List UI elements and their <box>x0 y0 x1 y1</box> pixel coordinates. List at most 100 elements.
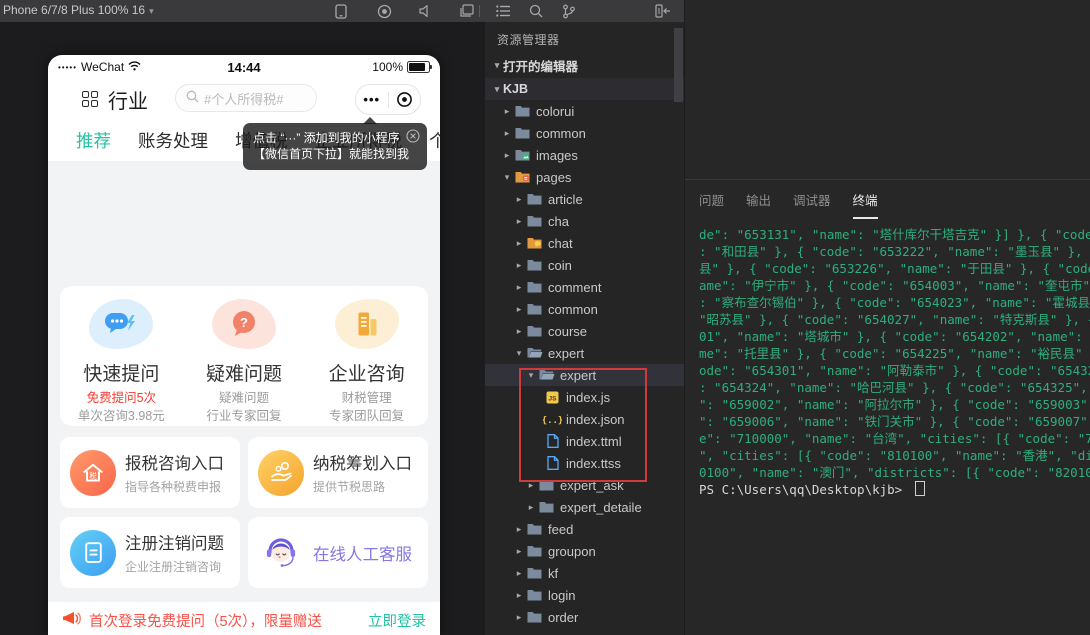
tree-item-label: index.ttml <box>566 434 622 449</box>
tab-推荐[interactable]: 推荐 <box>76 128 111 153</box>
folder-icon <box>537 501 556 513</box>
tree-item-pages[interactable]: ▾pages <box>485 166 684 188</box>
tree-item-label: coin <box>548 258 572 273</box>
chevron-right-icon: ▸ <box>513 326 525 337</box>
entry-注册注销问题[interactable]: 注册注销问题企业注册注销咨询 <box>60 517 240 588</box>
tree-item-index.ttml[interactable]: index.ttml <box>485 430 684 452</box>
service-line1: 财税管理 <box>342 389 392 407</box>
tree-item-login[interactable]: ▸login <box>485 584 684 606</box>
tree-item-expert_detaile[interactable]: ▸expert_detaile <box>485 496 684 518</box>
panel-tab-终端[interactable]: 终端 <box>853 190 878 215</box>
chevron-right-icon: ▸ <box>513 304 525 315</box>
tree-item-feed[interactable]: ▸feed <box>485 518 684 540</box>
panel-tab-问题[interactable]: 问题 <box>699 190 724 215</box>
tree-item-label: kf <box>548 566 558 581</box>
tree-item-index.json[interactable]: {..}index.json <box>485 408 684 430</box>
service-疑难问题[interactable]: ?疑难问题疑难问题行业专家回复 <box>183 286 306 426</box>
terminal-output[interactable]: de": "653131", "name": "塔什库尔干塔吉克" }] }, … <box>685 214 1090 498</box>
folder-icon <box>525 523 544 535</box>
record-icon[interactable] <box>373 0 395 22</box>
tree-item-common[interactable]: ▸common <box>485 298 684 320</box>
tree-item-coin[interactable]: ▸ coin <box>485 254 684 276</box>
tab-个人所得税[interactable]: 个人所得税 <box>429 128 440 153</box>
tree-item-label: chat <box>548 236 573 251</box>
tab-账务处理[interactable]: 账务处理 <box>138 128 208 153</box>
phone-mode-icon[interactable] <box>330 0 352 22</box>
tree-item-label: expert_detaile <box>560 500 642 515</box>
chevron-right-icon: ▸ <box>501 128 513 139</box>
service-快速提问[interactable]: 快速提问免费提问5次单次咨询3.98元 <box>60 286 183 426</box>
tree-item-label: expert <box>560 368 596 383</box>
entry-纳税筹划入口[interactable]: 纳税筹划入口提供节税思路 <box>248 437 428 508</box>
folder-icon <box>525 611 544 623</box>
service-企业咨询[interactable]: 企业咨询财税管理专家团队回复 <box>305 286 428 426</box>
tree-item-chat[interactable]: ▸chat <box>485 232 684 254</box>
collapse-panel-icon[interactable] <box>652 0 674 22</box>
tree-item-index.js[interactable]: JSindex.js <box>485 386 684 408</box>
svg-text:JS: JS <box>549 395 558 402</box>
terminal-line: ame": "伊宁市" }, { "code": "654003", "name… <box>699 277 1090 294</box>
tree-item-label: pages <box>536 170 571 185</box>
tree-item-common[interactable]: ▸common <box>485 122 684 144</box>
chevron-down-icon: ▾ <box>149 6 154 16</box>
bottom-panel-tabs: 问题输出调试器终端 <box>685 180 1090 214</box>
tree-item-comment[interactable]: ▸comment <box>485 276 684 298</box>
file-json-icon: {..} <box>543 413 562 426</box>
chevron-right-icon: ▸ <box>513 282 525 293</box>
terminal-line: 01", "name": "塔城市" }, { "code": "654202"… <box>699 328 1090 345</box>
tree-item-article[interactable]: ▸article <box>485 188 684 210</box>
folder-icon <box>525 303 544 315</box>
exit-button[interactable] <box>389 91 421 108</box>
panel-tab-调试器[interactable]: 调试器 <box>793 190 831 215</box>
editor-panel: 问题输出调试器终端 de": "653131", "name": "塔什库尔干塔… <box>684 0 1090 635</box>
entry-在线人工客服[interactable]: 在线人工客服 <box>248 517 428 588</box>
close-icon[interactable] <box>406 129 420 148</box>
chevron-right-icon: ▸ <box>513 568 525 579</box>
tree-item-expert[interactable]: ▾expert <box>485 364 684 386</box>
tree-item-index.ttss[interactable]: index.ttss <box>485 452 684 474</box>
chevron-right-icon: ▸ <box>513 612 525 623</box>
open-editors-section[interactable]: ▾ 打开的编辑器 <box>485 54 684 76</box>
chevron-right-icon: ▸ <box>513 524 525 535</box>
open-editors-list-icon[interactable] <box>492 0 514 22</box>
tree-item-label: index.ttss <box>566 456 621 471</box>
tree-item-label: colorui <box>536 104 574 119</box>
battery-icon <box>407 61 430 73</box>
tree-item-colorui[interactable]: ▸colorui <box>485 100 684 122</box>
clock: 14:44 <box>188 60 300 75</box>
notice-bar[interactable]: 首次登录免费提问（5次），限量赠送 立即登录 <box>48 602 440 635</box>
git-branch-icon[interactable] <box>558 0 580 22</box>
entry-报税咨询入口[interactable]: 税报税咨询入口指导各种税费申报 <box>60 437 240 508</box>
tree-item-images[interactable]: ▸images <box>485 144 684 166</box>
file-tree: ▸colorui▸common▸images▾pages▸article▸cha… <box>485 100 684 628</box>
tooltip-line2: 【微信首页下拉】就能找到我 <box>253 146 417 163</box>
search-icon[interactable] <box>525 0 547 22</box>
device-selector[interactable]: Phone 6/7/8 Plus 100% 16▾ <box>3 3 154 17</box>
tree-item-kf[interactable]: ▸ kf <box>485 562 684 584</box>
entry-title: 注册注销问题 <box>125 530 224 554</box>
terminal-line: ": "659002", "name": "阿拉尔市" }, { "code":… <box>699 396 1090 413</box>
more-button[interactable]: ••• <box>356 95 388 105</box>
tree-item-cha[interactable]: ▸cha <box>485 210 684 232</box>
project-root[interactable]: ▾ KJB <box>485 78 684 100</box>
search-input[interactable]: #个人所得税# <box>175 84 317 112</box>
mute-icon[interactable] <box>414 0 436 22</box>
terminal-prompt[interactable]: PS C:\Users\qq\Desktop\kjb> <box>699 481 1090 498</box>
tree-item-groupon[interactable]: ▸groupon <box>485 540 684 562</box>
login-now-link[interactable]: 立即登录 <box>368 610 426 631</box>
chevron-down-icon: ▾ <box>491 60 503 71</box>
terminal-line: 0100", "name": "澳门", "districts": [{ "co… <box>699 464 1090 481</box>
tree-item-order[interactable]: ▸order <box>485 606 684 628</box>
panel-tab-输出[interactable]: 输出 <box>746 190 771 215</box>
explorer-scrollbar[interactable] <box>674 28 683 102</box>
tree-item-expert[interactable]: ▾ expert <box>485 342 684 364</box>
chevron-right-icon: ▸ <box>513 590 525 601</box>
multi-window-icon[interactable] <box>455 0 477 22</box>
tree-item-expert_ask[interactable]: ▸expert_ask <box>485 474 684 496</box>
category-grid-icon[interactable] <box>82 91 99 108</box>
tree-item-label: expert <box>548 346 584 361</box>
terminal-line: : "和田县" }, { "code": "653222", "name": "… <box>699 243 1090 260</box>
tree-item-course[interactable]: ▸course <box>485 320 684 342</box>
chevron-right-icon: ▸ <box>513 260 525 271</box>
chevron-down-icon: ▾ <box>513 348 525 359</box>
